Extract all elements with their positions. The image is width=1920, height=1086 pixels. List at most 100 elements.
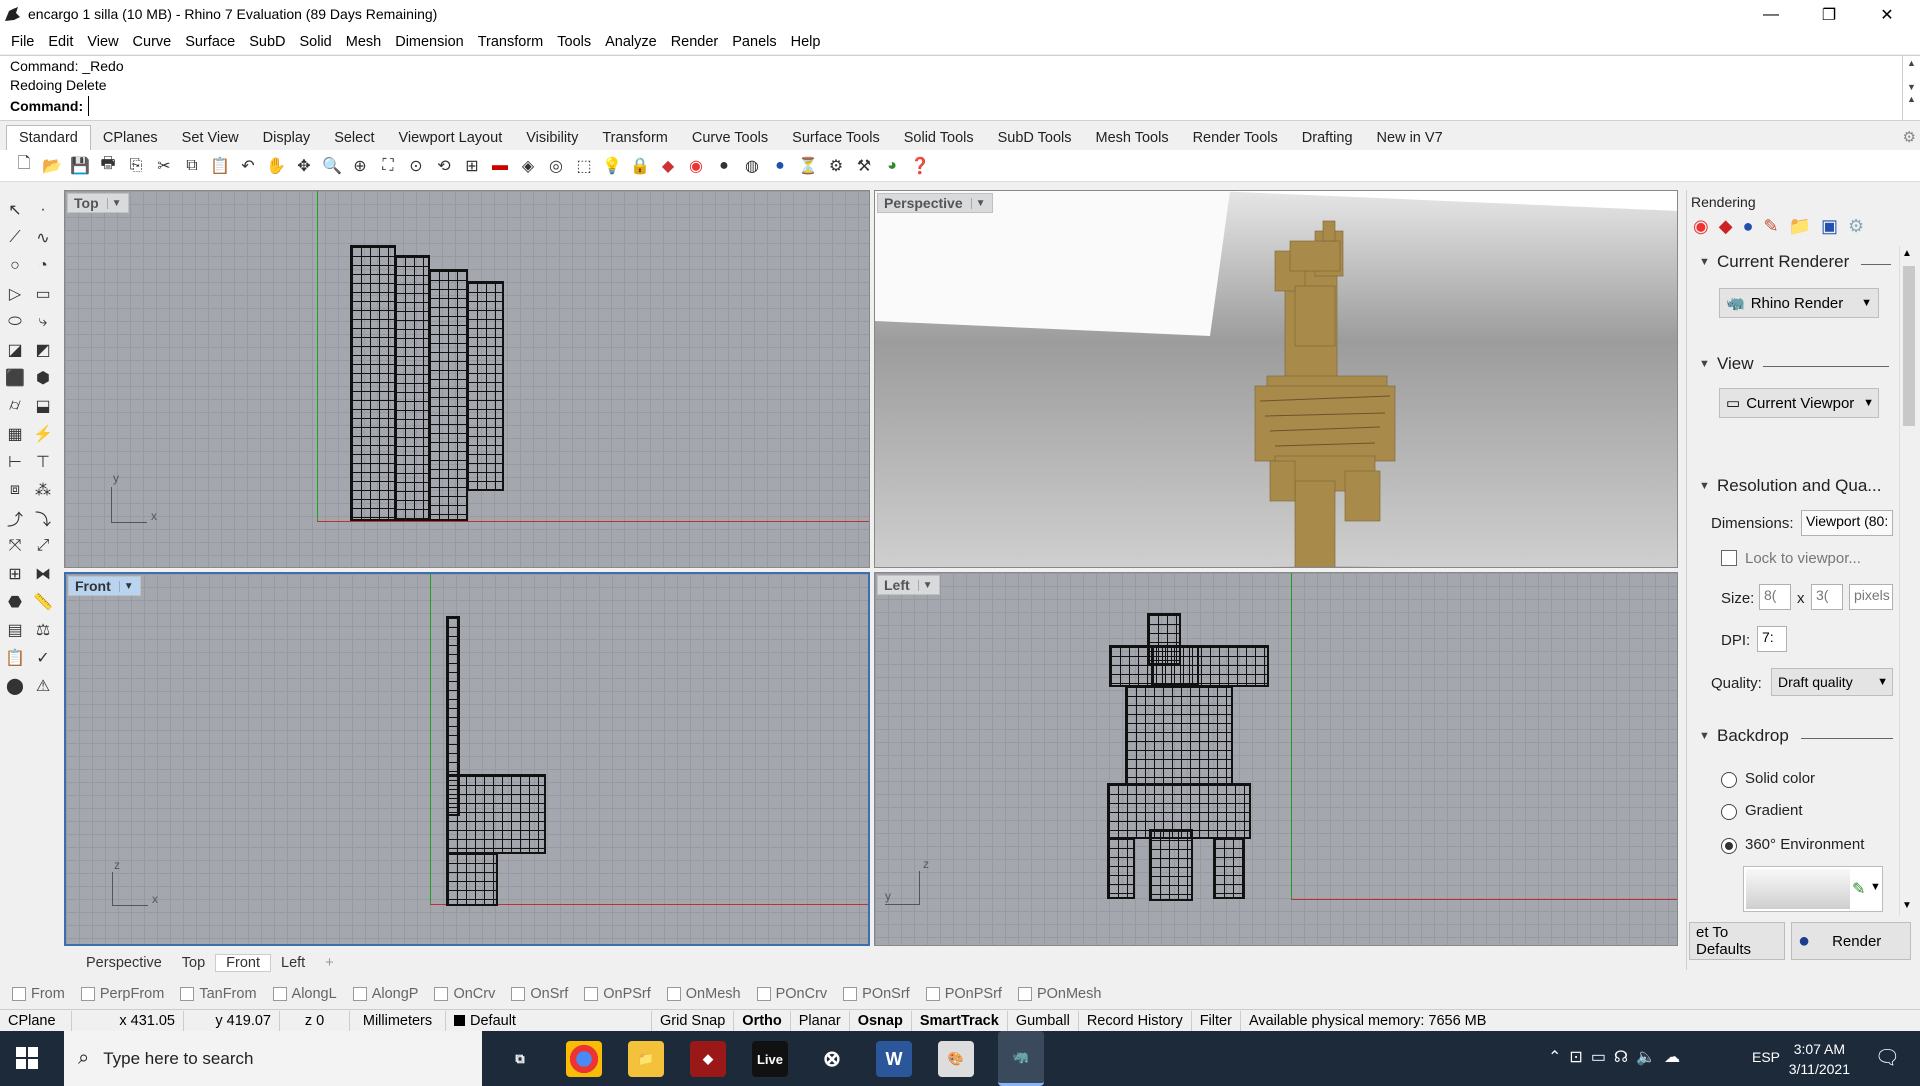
cplane-status[interactable]: CPlane [0,1010,72,1031]
polygon-icon[interactable]: ▷ [2,282,28,306]
zoom-window-icon[interactable]: ⊕ [346,153,374,179]
split-icon[interactable]: ⤵ [30,506,56,530]
app-red-icon[interactable]: ◆ [690,1041,726,1077]
menu-mesh[interactable]: Mesh [339,34,388,50]
dropdown-arrow-icon[interactable]: ▼ [970,197,986,209]
size-width-input[interactable]: 8( [1759,584,1791,610]
render-settings-icon[interactable]: ● [1743,216,1754,237]
color-wheel-icon[interactable]: ◉ [1693,216,1709,237]
circle-icon[interactable]: ○ [2,254,28,278]
osnap-onpsrf[interactable]: OnPSrf [584,986,651,1002]
environment-thumbnail[interactable]: ✎ ▼ [1743,866,1883,912]
dropdown-arrow-icon[interactable]: ▼ [106,197,122,209]
dimension-icon[interactable]: ⊢ [2,450,28,474]
layer-icon[interactable]: ◆ [654,153,682,179]
export-icon[interactable]: ⎘ [122,153,150,179]
tab-standard[interactable]: Standard [6,125,91,150]
menu-edit[interactable]: Edit [41,34,80,50]
solid-tools-icon[interactable]: ⬣ [2,590,28,614]
maximize-button[interactable]: ❐ [1800,0,1858,30]
osnap-ponsrf[interactable]: POnSrf [843,986,910,1002]
menu-surface[interactable]: Surface [178,34,242,50]
tab-visibility[interactable]: Visibility [514,126,590,150]
size-height-input[interactable]: 3( [1811,584,1843,610]
menu-panels[interactable]: Panels [725,34,783,50]
settings-gear-icon[interactable]: ⚙ [1903,128,1916,146]
four-view-icon[interactable]: ⊞ [458,153,486,179]
command-scrollbar[interactable]: ▲ ▼ ▲ [1902,56,1920,120]
array-icon[interactable]: ⊞ [2,562,28,586]
tab-surface-tools[interactable]: Surface Tools [780,126,892,150]
text-icon[interactable]: ⊤ [30,450,56,474]
curve-icon[interactable]: ∿ [30,226,56,250]
osnap-alongp[interactable]: AlongP [353,986,419,1002]
gumball-toggle[interactable]: Gumball [1008,1010,1079,1031]
tab-mesh-tools[interactable]: Mesh Tools [1084,126,1181,150]
light-icon[interactable]: ⚠ [30,674,56,698]
pan-icon[interactable]: ✋ [262,153,290,179]
notifications-icon[interactable]: 🗨 [1875,1045,1900,1070]
fillet-curve-icon[interactable]: ⤷ [30,310,56,334]
mirror-icon[interactable]: ⧓ [30,562,56,586]
osnap-oncrv[interactable]: OnCrv [434,986,495,1002]
select-arrow-icon[interactable]: ↖ [2,198,28,222]
render-object-icon[interactable]: ⬤ [2,674,28,698]
move-icon[interactable]: ⤧ [2,534,28,558]
menu-solid[interactable]: Solid [293,34,339,50]
scroll-thumb[interactable] [1903,266,1915,426]
viewport-front[interactable]: z x Front ▼ [64,572,870,946]
viewport-label-left[interactable]: Left ▼ [877,575,940,595]
taskbar-search-box[interactable]: ⌕ Type here to search [64,1031,482,1086]
vptab-left[interactable]: Left [271,955,315,971]
command-input[interactable] [88,96,1898,116]
paste-icon[interactable]: 📋 [206,153,234,179]
polyline-icon[interactable]: ⟋ [2,226,28,250]
zoom-selected-icon[interactable]: ⊙ [402,153,430,179]
print-icon[interactable]: 🖶 [94,153,122,179]
windows-start-icon[interactable] [16,1047,38,1069]
open-file-icon[interactable]: 📂 [38,153,66,179]
lock-icon[interactable]: 🔒 [626,153,654,179]
dropdown-arrow-icon[interactable]: ▼ [917,579,933,591]
vptab-front[interactable]: Front [215,954,271,972]
car-icon[interactable]: ▬ [486,153,514,179]
lock-viewport-checkbox[interactable] [1721,550,1737,566]
render-blue-icon[interactable]: ● [766,153,794,179]
loft-icon[interactable]: ◩ [30,338,56,362]
smarttrack-toggle[interactable]: SmartTrack [912,1010,1008,1031]
chevron-down-icon[interactable]: ▼ [1699,256,1710,268]
folder-icon[interactable]: 📁 [1789,216,1811,237]
tab-curve-tools[interactable]: Curve Tools [680,126,780,150]
box-icon[interactable]: ⬛ [2,366,28,390]
minimize-button[interactable]: — [1742,0,1800,30]
sphere-shaded-icon[interactable]: ● [710,153,738,179]
options-gear-icon[interactable]: ⚙ [822,153,850,179]
surface-icon[interactable]: ◪ [2,338,28,362]
system-tray-icons[interactable]: ⌃⊡▭☊🔈☁ [1548,1047,1688,1067]
globe-icon[interactable]: ◕ [878,153,906,179]
tab-render-tools[interactable]: Render Tools [1181,126,1290,150]
menu-curve[interactable]: Curve [126,34,179,50]
edit-pencil-icon[interactable]: ✎ [1852,879,1865,899]
chevron-down-icon[interactable]: ▼ [1699,480,1710,492]
quality-dropdown[interactable]: Draft quality ▼ [1771,668,1893,696]
tools-icon[interactable]: ⚒ [850,153,878,179]
menu-dimension[interactable]: Dimension [388,34,471,50]
xbox-icon[interactable]: ⊗ [814,1041,850,1077]
menu-analyze[interactable]: Analyze [598,34,664,50]
mesh-icon[interactable]: ▦ [2,422,28,446]
panel-scrollbar[interactable]: ▲ ▼ [1899,246,1917,916]
tab-display[interactable]: Display [251,126,323,150]
ruler-icon[interactable]: 📏 [30,590,56,614]
viewport-label-front[interactable]: Front ▼ [68,576,141,596]
environment-360-radio[interactable] [1721,838,1737,854]
task-view-icon[interactable]: ⧉ [502,1041,538,1077]
clock[interactable]: 3:07 AM 3/11/2021 [1789,1039,1850,1079]
zoom-extents-icon[interactable]: ⛶ [374,153,402,179]
close-button[interactable]: ✕ [1858,0,1916,30]
cylinder-icon[interactable]: ⌭ [2,394,28,418]
chevron-down-icon[interactable]: ▼ [1699,358,1710,370]
tab-drafting[interactable]: Drafting [1290,126,1365,150]
light-bulb-icon[interactable]: 💡 [598,153,626,179]
menu-render[interactable]: Render [664,34,726,50]
